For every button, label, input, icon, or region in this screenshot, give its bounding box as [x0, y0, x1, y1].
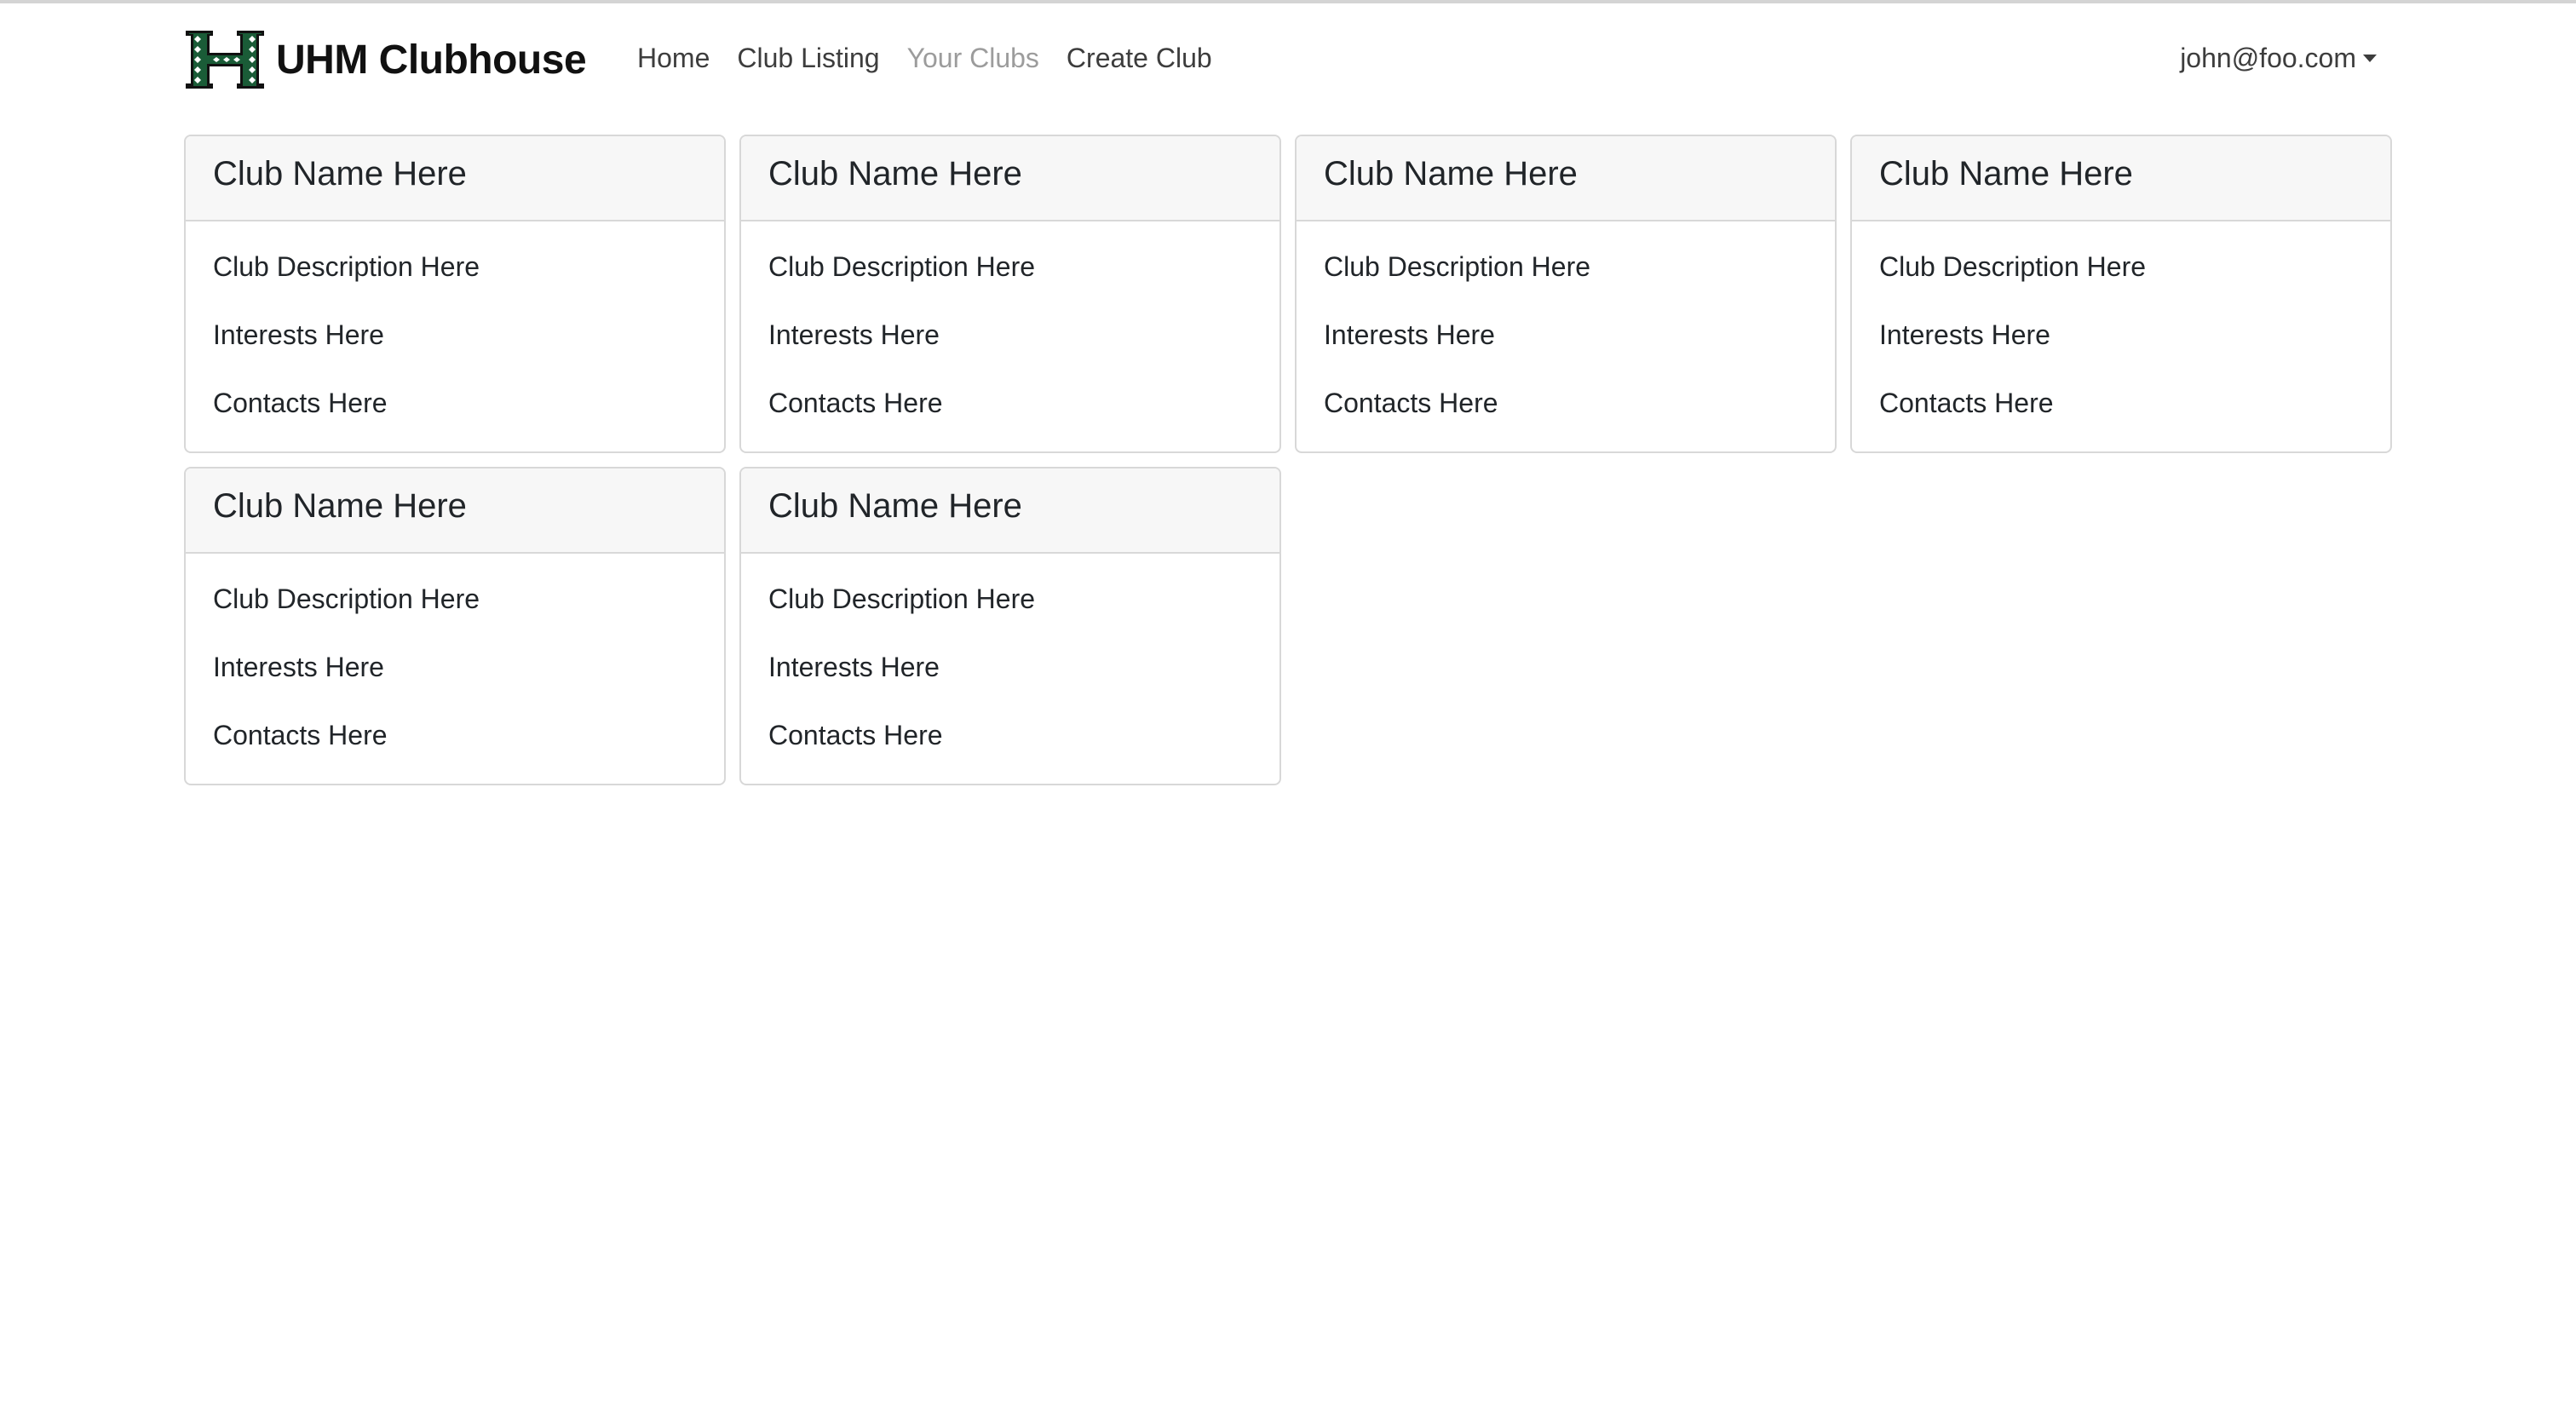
club-description: Club Description Here	[1879, 251, 2147, 282]
club-card: Club Name Here Club Description Here Int…	[184, 467, 726, 785]
brand-name: UHM Clubhouse	[276, 37, 587, 83]
clubs-grid: Club Name Here Club Description Here Int…	[184, 135, 2392, 785]
user-dropdown[interactable]: john@foo.com	[2180, 43, 2377, 74]
club-card: Club Name Here Club Description Here Int…	[739, 467, 1281, 785]
uh-h-logo-icon	[186, 31, 264, 89]
club-contacts: Contacts Here	[768, 388, 943, 418]
club-card: Club Name Here Club Description Here Int…	[184, 135, 726, 453]
user-email: john@foo.com	[2180, 43, 2356, 73]
club-contacts: Contacts Here	[1324, 388, 1498, 418]
brand-link[interactable]: UHM Clubhouse	[184, 26, 587, 94]
club-contacts: Contacts Here	[213, 720, 388, 750]
club-name: Club Name Here	[1297, 136, 1835, 221]
nav-create-club-link[interactable]: Create Club	[1067, 43, 1212, 74]
caret-down-icon	[2363, 55, 2377, 62]
club-description: Club Description Here	[768, 583, 1036, 614]
club-card-body: Club Description Here Interests Here Con…	[741, 221, 1279, 419]
club-card: Club Name Here Club Description Here Int…	[1295, 135, 1837, 453]
club-contacts: Contacts Here	[768, 720, 943, 750]
club-interests: Interests Here	[1879, 319, 2050, 350]
club-contacts: Contacts Here	[1879, 388, 2054, 418]
club-description: Club Description Here	[213, 583, 480, 614]
club-card-body: Club Description Here Interests Here Con…	[741, 554, 1279, 751]
navbar: UHM Clubhouse Home Club Listing Your Clu…	[184, 0, 2392, 128]
club-interests: Interests Here	[768, 319, 940, 350]
nav-your-clubs-link[interactable]: Your Clubs	[907, 43, 1039, 74]
nav-links: Home Club Listing Your Clubs Create Club	[637, 43, 1239, 74]
club-contacts: Contacts Here	[213, 388, 388, 418]
club-description: Club Description Here	[1324, 251, 1591, 282]
club-interests: Interests Here	[213, 652, 384, 682]
club-name: Club Name Here	[1852, 136, 2390, 221]
club-card-body: Club Description Here Interests Here Con…	[186, 221, 724, 419]
club-interests: Interests Here	[768, 652, 940, 682]
club-name: Club Name Here	[186, 136, 724, 221]
club-card-body: Club Description Here Interests Here Con…	[1297, 221, 1835, 419]
club-card: Club Name Here Club Description Here Int…	[1850, 135, 2392, 453]
nav-home-link[interactable]: Home	[637, 43, 710, 74]
club-card: Club Name Here Club Description Here Int…	[739, 135, 1281, 453]
club-interests: Interests Here	[1324, 319, 1495, 350]
club-name: Club Name Here	[741, 468, 1279, 554]
club-card-body: Club Description Here Interests Here Con…	[1852, 221, 2390, 419]
club-card-body: Club Description Here Interests Here Con…	[186, 554, 724, 751]
club-description: Club Description Here	[213, 251, 480, 282]
nav-club-listing-link[interactable]: Club Listing	[737, 43, 879, 74]
club-name: Club Name Here	[741, 136, 1279, 221]
club-description: Club Description Here	[768, 251, 1036, 282]
club-interests: Interests Here	[213, 319, 384, 350]
club-name: Club Name Here	[186, 468, 724, 554]
